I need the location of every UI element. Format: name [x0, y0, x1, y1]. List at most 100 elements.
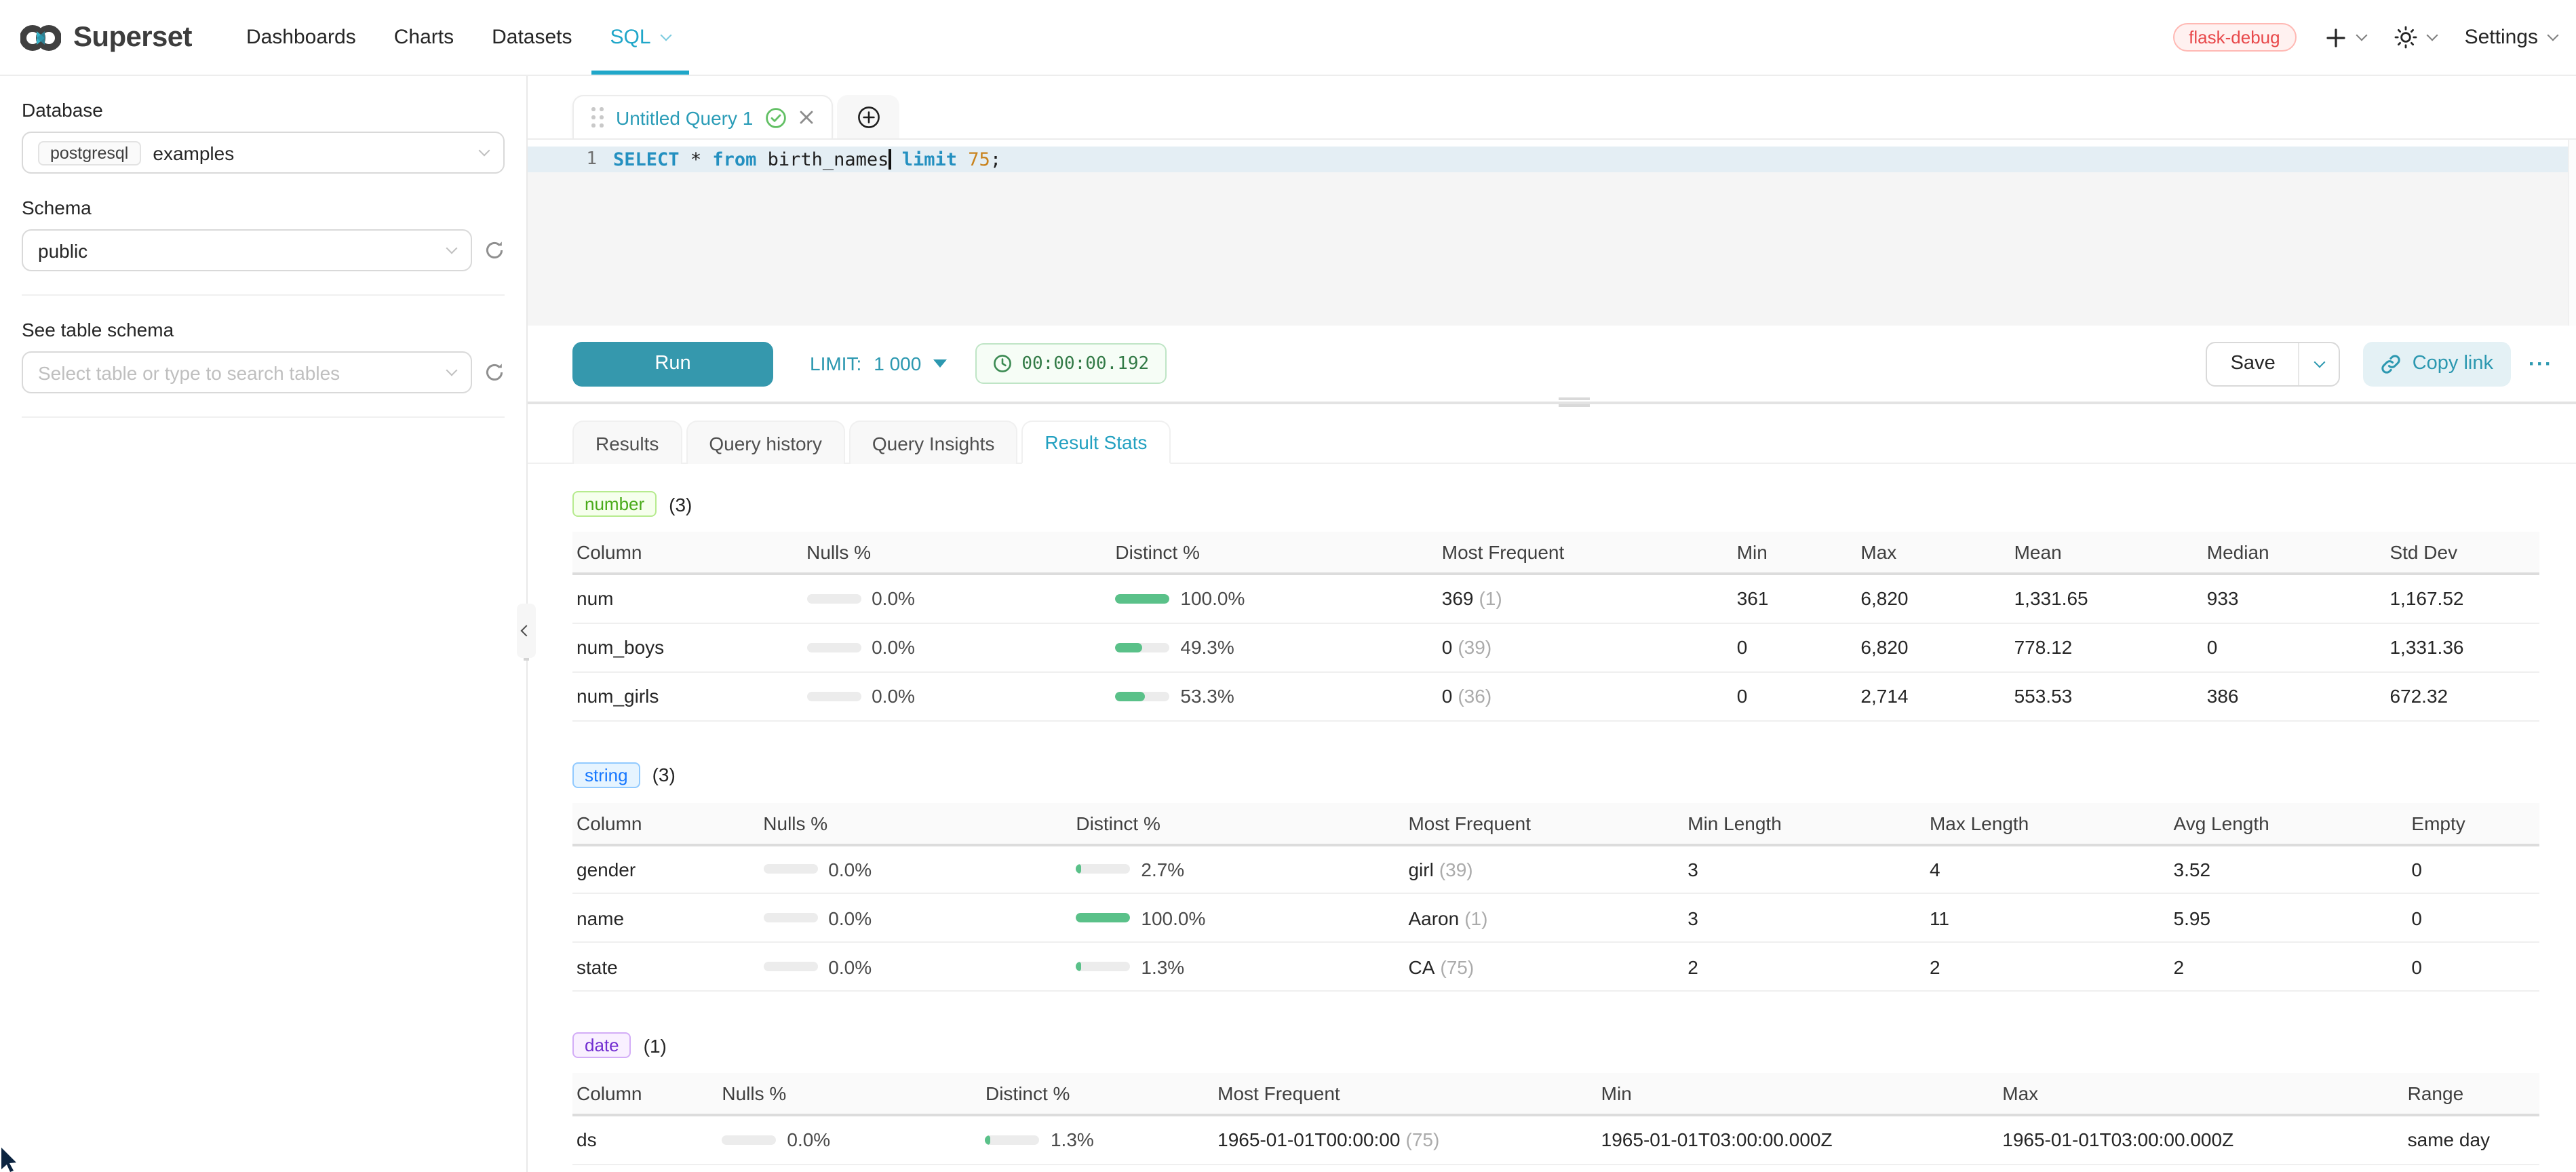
- nulls-pct-cell: 0.0%: [806, 574, 1115, 623]
- theme-sun-icon: [2394, 26, 2417, 49]
- new-item-button[interactable]: [2325, 26, 2366, 48]
- database-select[interactable]: postgresql examples: [22, 132, 505, 174]
- limit-value: 1 000: [874, 353, 921, 374]
- drag-dots-icon: [591, 107, 604, 128]
- results-tab-results[interactable]: Results: [572, 421, 682, 464]
- nav-item-datasets[interactable]: Datasets: [473, 0, 591, 75]
- save-options-button[interactable]: [2299, 343, 2339, 385]
- nav-item-sql[interactable]: SQL: [591, 0, 689, 75]
- theme-toggle-button[interactable]: [2394, 26, 2436, 49]
- stats-row-num-boys: num_boys0.0%49.3%0(39)06,820778.1201,331…: [572, 623, 2539, 671]
- column-name-cell: num: [572, 574, 806, 623]
- percent-value: 100.0%: [1141, 907, 1205, 929]
- pane-resize-handle[interactable]: [1559, 397, 1590, 411]
- sql-code-editor[interactable]: 1 SELECT * from birth_names limit 75;: [528, 138, 2576, 326]
- chevron-down-icon: [446, 243, 458, 254]
- percent-value: 0.0%: [787, 1129, 830, 1151]
- string-type-tag: string: [572, 762, 640, 787]
- date-type-tag: date: [572, 1032, 631, 1058]
- stats-header-avg-length: Avg Length: [2174, 802, 2412, 844]
- code-token: ;: [990, 149, 1001, 170]
- save-button[interactable]: Save: [2208, 343, 2299, 385]
- progress-bar: [1115, 594, 1169, 604]
- nav-item-dashboards[interactable]: Dashboards: [227, 0, 375, 75]
- sql-code-line: SELECT * from birth_names limit 75;: [613, 149, 1001, 170]
- nav-item-charts[interactable]: Charts: [375, 0, 473, 75]
- query-timer-badge: 00:00:00.192: [975, 343, 1167, 384]
- run-query-button[interactable]: Run: [572, 341, 773, 386]
- results-tab-query-history[interactable]: Query history: [686, 421, 845, 464]
- editor-padding: [528, 140, 2568, 146]
- distinct-pct-cell: 100.0%: [1115, 574, 1441, 623]
- percent-value: 0.0%: [828, 907, 872, 929]
- results-tab-query-insights[interactable]: Query Insights: [849, 421, 1018, 464]
- most-frequent-value: 369: [1442, 588, 1474, 610]
- stat-value-cell: 361: [1737, 574, 1861, 623]
- nulls-pct-cell: 0.0%: [806, 623, 1115, 671]
- stats-table-number: ColumnNulls %Distinct %Most FrequentMinM…: [572, 532, 2539, 721]
- clock-icon: [993, 354, 1012, 373]
- refresh-schemas-button[interactable]: [484, 240, 505, 260]
- percent-value: 0.0%: [872, 685, 915, 707]
- stats-header-empty: Empty: [2411, 802, 2539, 844]
- sql-lab-sidebar: Database postgresql examples Schema publ…: [0, 76, 528, 1172]
- copy-link-button[interactable]: Copy link: [2364, 341, 2511, 386]
- schema-select[interactable]: public: [22, 229, 472, 271]
- most-frequent-value: girl: [1408, 859, 1433, 880]
- most-frequent-value: 1965-01-01T00:00:00: [1217, 1129, 1400, 1151]
- code-token: birth_names: [756, 149, 889, 170]
- most-frequent-cell: 369(1): [1442, 574, 1737, 623]
- progress-bar-fill: [1076, 962, 1081, 971]
- top-navbar: Superset DashboardsChartsDatasetsSQL fla…: [0, 0, 2576, 76]
- most-frequent-cell: 0(39): [1442, 623, 1737, 671]
- column-name-cell: state: [572, 942, 763, 991]
- stat-value-cell: 386: [2207, 671, 2390, 720]
- chevron-down-icon: [2356, 30, 2367, 41]
- stat-value-cell: 4: [1930, 844, 2174, 893]
- refresh-tables-button[interactable]: [484, 362, 505, 383]
- most-frequent-value: CA: [1408, 956, 1435, 977]
- column-type-count: (3): [669, 493, 692, 515]
- table-select[interactable]: Select table or type to search tables: [22, 351, 472, 393]
- superset-logo[interactable]: Superset: [20, 0, 192, 75]
- code-token: *: [680, 149, 713, 170]
- stat-value-cell: 0: [1737, 671, 1861, 720]
- progress-bar: [806, 594, 861, 604]
- percent-value: 49.3%: [1180, 636, 1234, 658]
- query-tab[interactable]: Untitled Query 1: [572, 95, 833, 138]
- navbar-right: flask-debug Settings: [2172, 0, 2557, 75]
- stats-header-min: Min: [1601, 1073, 2003, 1115]
- stat-value-cell: 11: [1930, 893, 2174, 942]
- settings-menu[interactable]: Settings: [2465, 26, 2557, 49]
- stats-header-nulls-: Nulls %: [722, 1073, 985, 1115]
- editor-active-line: 1 SELECT * from birth_names limit 75;: [528, 146, 2568, 172]
- results-tab-bar: ResultsQuery historyQuery InsightsResult…: [528, 421, 2576, 464]
- editor-scrollbar[interactable]: [2568, 140, 2576, 326]
- percent-value: 0.0%: [828, 859, 872, 880]
- limit-dropdown[interactable]: LIMIT: 1 000: [810, 353, 947, 374]
- stats-header-column: Column: [572, 1073, 722, 1115]
- stat-value-cell: 0: [2207, 623, 2390, 671]
- stats-header-distinct-: Distinct %: [985, 1073, 1217, 1115]
- nulls-pct-cell: 0.0%: [806, 671, 1115, 720]
- progress-bar: [1076, 865, 1130, 874]
- chevron-down-icon: [479, 145, 490, 157]
- brand-name: Superset: [73, 21, 192, 54]
- stat-value-cell: 2: [1930, 942, 2174, 991]
- most-frequent-value: 0: [1442, 685, 1453, 707]
- stat-value-cell: 1,331.65: [2014, 574, 2207, 623]
- results-tab-result-stats[interactable]: Result Stats: [1021, 421, 1170, 464]
- stat-value-cell: 5.95: [2174, 893, 2412, 942]
- stats-row-num-girls: num_girls0.0%53.3%0(36)02,714553.5338667…: [572, 671, 2539, 720]
- stats-header-column: Column: [572, 532, 806, 574]
- new-query-tab-button[interactable]: [837, 95, 899, 138]
- more-options-button[interactable]: ···: [2529, 352, 2553, 375]
- stats-header-distinct-: Distinct %: [1115, 532, 1441, 574]
- collapse-sidebar-button[interactable]: [517, 604, 536, 658]
- stats-header-range: Range: [2408, 1073, 2539, 1115]
- close-icon[interactable]: [799, 110, 814, 125]
- stat-value-cell: 553.53: [2014, 671, 2207, 720]
- stats-section-number: number(3) ColumnNulls %Distinct %Most Fre…: [572, 491, 2539, 721]
- column-type-row: number(3): [572, 491, 2539, 517]
- progress-bar: [806, 691, 861, 701]
